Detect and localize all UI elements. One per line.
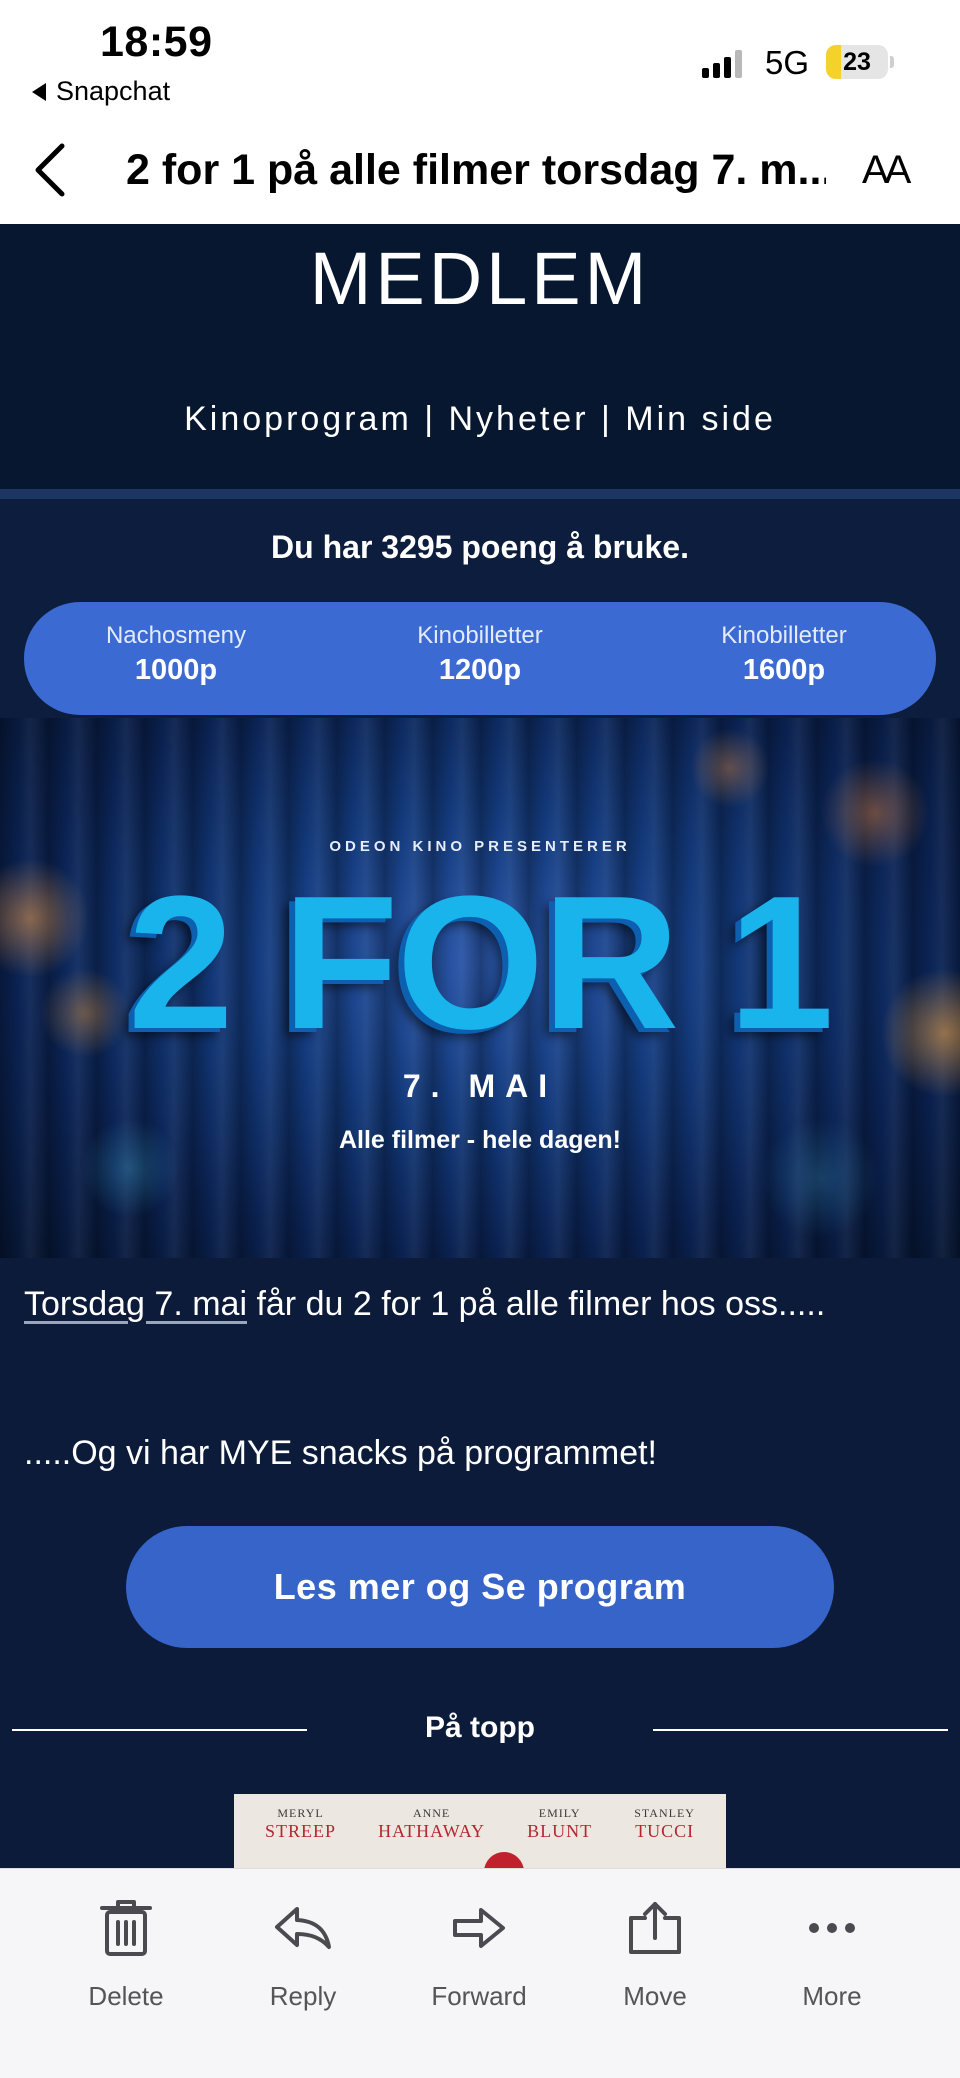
- text-size-label: AA: [862, 148, 911, 192]
- reward-name: Nachosmeny: [105, 622, 247, 649]
- section-header: På topp: [12, 1711, 948, 1751]
- back-triangle-icon: [32, 82, 46, 101]
- banner-subline: Alle filmer - hele dagen!: [338, 1126, 621, 1154]
- poster-figure: [484, 1852, 524, 1868]
- status-bar: 18:59 Snapchat 5G 23: [0, 0, 960, 120]
- banner-date: 7. MAI: [402, 1068, 558, 1104]
- forward-button[interactable]: Forward: [404, 1895, 554, 2012]
- actor-last-name: HATHAWAY: [378, 1821, 486, 1841]
- signal-icon: [702, 50, 742, 78]
- body-paragraph: Torsdag 7. mai får du 2 for 1 på alle fi…: [24, 1278, 924, 1330]
- actor-last-name: TUCCI: [635, 1821, 695, 1841]
- actor-last-name: BLUNT: [527, 1821, 593, 1841]
- banner-presenter: ODEON KINO PRESENTERER: [329, 838, 631, 855]
- nav-bar: 2 for 1 på alle filmer torsdag 7. m... A…: [0, 120, 960, 224]
- header-divider: [0, 489, 960, 499]
- status-time: 18:59: [100, 18, 213, 66]
- more-icon: [757, 1895, 907, 1961]
- body-paragraph-2: .....Og vi har MYE snacks på programmet!: [24, 1434, 658, 1472]
- actor-last-name: STREEP: [265, 1821, 337, 1841]
- poster-cast: MERYL STREEP ANNE HATHAWAY EMILY BLUNT S…: [234, 1794, 726, 1842]
- poster-actor: ANNE HATHAWAY: [378, 1806, 485, 1842]
- reward-item[interactable]: Kinobilletter 1600p: [632, 602, 936, 715]
- back-chevron-icon[interactable]: [26, 138, 86, 198]
- poster-actor: MERYL STREEP: [265, 1806, 336, 1842]
- poster-actor: STANLEY TUCCI: [634, 1806, 695, 1842]
- actor-first-name: MERYL: [277, 1806, 324, 1820]
- network-type: 5G: [765, 44, 810, 81]
- banner-headline: 2 FOR 1: [128, 857, 834, 1069]
- brand-title: MEDLEM: [309, 237, 651, 320]
- reply-label: Reply: [269, 1981, 337, 2011]
- reward-points: 1000p: [134, 654, 218, 686]
- body-text-rest: får du 2 for 1 på alle filmer hos oss...…: [247, 1285, 826, 1323]
- movie-poster-image[interactable]: MERYL STREEP ANNE HATHAWAY EMILY BLUNT S…: [234, 1794, 726, 1868]
- actor-first-name: STANLEY: [634, 1806, 695, 1820]
- battery-tip: [890, 56, 894, 68]
- actor-first-name: ANNE: [412, 1806, 451, 1820]
- trash-icon: [51, 1895, 201, 1961]
- text-size-button[interactable]: AA: [862, 148, 911, 193]
- section-line-right: [653, 1729, 948, 1731]
- mail-toolbar: Delete Reply Forward Move More: [0, 1868, 960, 2078]
- move-icon: [580, 1895, 730, 1961]
- promo-banner-image[interactable]: ODEON KINO PRESENTERER 2 FOR 1 7. MAI Al…: [0, 718, 960, 1258]
- delete-label: Delete: [88, 1981, 164, 2011]
- battery-percent: 23: [843, 48, 871, 76]
- move-button[interactable]: Move: [580, 1895, 730, 2012]
- reply-icon: [228, 1895, 378, 1961]
- section-title: På topp: [425, 1711, 535, 1744]
- read-more-button[interactable]: Les mer og Se program: [126, 1526, 834, 1648]
- reward-name: Kinobilletter: [721, 622, 847, 649]
- reward-item[interactable]: Nachosmeny 1000p: [24, 602, 328, 715]
- rewards-bar[interactable]: Nachosmeny 1000p Kinobilletter 1200p Kin…: [24, 602, 936, 715]
- forward-icon: [404, 1895, 554, 1961]
- more-label: More: [802, 1981, 862, 2011]
- reply-button[interactable]: Reply: [228, 1895, 378, 2012]
- move-label: Move: [623, 1981, 687, 2011]
- poster-actor: EMILY BLUNT: [527, 1806, 592, 1842]
- email-top-nav[interactable]: Kinoprogram | Nyheter | Min side: [0, 400, 960, 439]
- battery-icon: 23: [826, 45, 888, 79]
- reward-item[interactable]: Kinobilletter 1200p: [328, 602, 632, 715]
- bokeh-light: [690, 728, 770, 808]
- email-content: MEDLEM Kinoprogram | Nyheter | Min side …: [0, 224, 960, 1868]
- reward-name: Kinobilletter: [417, 622, 543, 649]
- reward-points: 1600p: [742, 654, 826, 686]
- email-subject-title: 2 for 1 på alle filmer torsdag 7. m...: [126, 146, 826, 194]
- reward-points: 1200p: [438, 654, 522, 686]
- back-to-app-link[interactable]: Snapchat: [32, 76, 170, 107]
- forward-label: Forward: [431, 1981, 527, 2011]
- delete-button[interactable]: Delete: [51, 1895, 201, 2012]
- points-balance: Du har 3295 poeng å bruke.: [271, 529, 689, 565]
- more-button[interactable]: More: [757, 1895, 907, 2012]
- date-link[interactable]: Torsdag 7. mai: [24, 1285, 247, 1323]
- email-header: MEDLEM Kinoprogram | Nyheter | Min side: [0, 224, 960, 489]
- back-app-label: Snapchat: [56, 76, 171, 106]
- actor-first-name: EMILY: [538, 1806, 581, 1820]
